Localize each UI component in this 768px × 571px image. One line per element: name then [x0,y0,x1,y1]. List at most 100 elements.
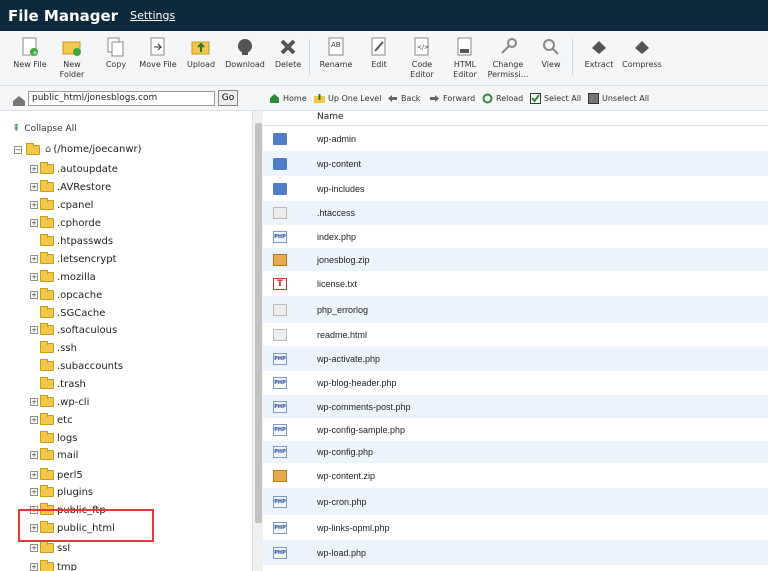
up-one-level-label: Up One Level [328,94,382,103]
new-folder-button[interactable]: New Folder [47,37,97,80]
expand-toggle-icon[interactable]: + [30,563,38,571]
tree-item-wp-cli[interactable]: + .wp-cli [30,395,89,409]
folder-tree: ⇞ Collapse All − ⌂ (/home/joecanwr) + .au… [0,111,252,571]
tree-item-etc[interactable]: + etc [30,413,73,427]
php-file-icon: PHP [273,230,287,243]
expand-toggle-icon[interactable]: + [30,416,38,424]
collapse-all-button[interactable]: ⇞ Collapse All [12,123,77,134]
navigation-bar: Home Up One Level Back Forward Reload Se… [263,86,768,111]
tree-item-perl5[interactable]: + perl5 [30,468,83,482]
expand-toggle-icon[interactable]: + [30,544,38,552]
tree-item-trash[interactable]: .trash [30,377,86,391]
table-row[interactable]: jonesblog.zip [263,248,768,271]
upload-button[interactable]: Upload [176,37,226,70]
upload-label: Upload [186,60,216,69]
table-row[interactable]: PHP wp-load.php [263,540,768,565]
tree-item-ssl[interactable]: + ssl [30,541,70,555]
table-row[interactable]: wp-admin [263,126,768,151]
php-file-icon: PHP [273,377,287,389]
tree-item-letsencrypt[interactable]: + .letsencrypt [30,252,117,266]
tree-item-plugins[interactable]: + plugins [30,485,93,499]
expand-toggle-icon[interactable]: + [30,201,38,209]
delete-icon [278,37,298,57]
tree-scrollbar[interactable] [252,111,263,571]
path-input[interactable]: public_html/jonesblogs.com [28,91,215,106]
reload-button[interactable]: Reload [482,93,523,104]
folder-icon [40,180,54,192]
tree-item-label: .cpanel [57,199,94,211]
table-row[interactable]: PHP wp-config-sample.php [263,418,768,441]
tree-item-subaccounts[interactable]: .subaccounts [30,359,123,373]
expand-toggle-icon[interactable]: + [30,451,38,459]
expand-toggle-icon[interactable]: + [30,398,38,406]
folder-icon [40,198,54,210]
expand-toggle-icon[interactable]: + [30,255,38,263]
tree-item-avrestore[interactable]: + .AVRestore [30,180,111,194]
table-row[interactable]: PHP wp-links-opml.php [263,515,768,540]
table-row[interactable]: PHP wp-comments-post.php [263,395,768,418]
tree-item-mail[interactable]: + mail [30,448,78,462]
compress-button[interactable]: Compress [617,37,667,70]
table-row[interactable]: PHP wp-cron.php [263,488,768,515]
go-button[interactable]: Go [218,90,238,106]
settings-link[interactable]: Settings [130,9,175,22]
tree-item-cpanel[interactable]: + .cpanel [30,198,93,212]
forward-button[interactable]: Forward [429,93,475,104]
table-row[interactable]: .htaccess [263,201,768,225]
table-row[interactable]: PHP wp-config.php [263,441,768,463]
up-one-level-button[interactable]: Up One Level [314,93,381,104]
folder-icon [40,162,54,174]
table-row[interactable]: PHP wp-blog-header.php [263,371,768,395]
tree-item-opcache[interactable]: + .opcache [30,288,102,302]
expand-toggle-icon[interactable]: + [30,488,38,496]
reload-icon [482,93,493,104]
table-row[interactable]: wp-includes [263,176,768,201]
expand-toggle-icon[interactable]: + [30,165,38,173]
table-row[interactable]: wp-content [263,151,768,176]
expand-toggle-icon[interactable]: + [30,471,38,479]
tree-item-label: etc [57,414,73,426]
expand-toggle-icon[interactable]: + [30,273,38,281]
scrollbar-thumb[interactable] [255,123,262,523]
expand-toggle-icon[interactable]: + [30,291,38,299]
table-row[interactable]: PHP index.php [263,225,768,248]
folder-icon [26,142,40,155]
tree-item-label: .ssh [57,342,77,354]
new-folder-label: New Folder [59,60,85,79]
reload-label: Reload [496,94,524,103]
delete-button[interactable]: Delete [263,37,313,70]
table-row[interactable]: php_errorlog [263,296,768,323]
zip-file-icon [273,469,287,482]
tree-item-tmp[interactable]: + tmp [30,560,77,571]
tree-item-label: .subaccounts [57,360,124,372]
select-all-label: Select All [544,94,582,103]
tree-item-softaculous[interactable]: + .softaculous [30,323,117,337]
name-column-header[interactable]: Name [317,112,344,122]
table-row[interactable]: readme.html [263,323,768,346]
php-file-icon: PHP [273,521,287,534]
expand-toggle-icon[interactable]: + [30,326,38,334]
tree-item-logs[interactable]: logs [30,431,77,445]
copy-icon [106,37,126,57]
back-button[interactable]: Back [387,93,420,104]
tree-item-ssh[interactable]: .ssh [30,341,77,355]
collapse-toggle-icon[interactable]: − [14,145,22,154]
view-button[interactable]: View [526,37,576,70]
table-row[interactable]: PHP wp-activate.php [263,346,768,371]
expand-toggle-icon[interactable]: + [30,219,38,227]
tree-item-mozilla[interactable]: + .mozilla [30,270,96,284]
expand-toggle-icon[interactable]: + [30,183,38,191]
tree-item-autoupdate[interactable]: + .autoupdate [30,162,118,176]
unselect-all-button[interactable]: Unselect All [588,93,649,104]
select-all-button[interactable]: Select All [530,93,581,104]
forward-label: Forward [443,94,476,103]
tree-item-sgcache[interactable]: .SGCache [30,306,105,320]
tree-item-htpasswds[interactable]: .htpasswds [30,234,113,248]
home-button[interactable]: Home [269,93,307,104]
table-row[interactable]: Tlicense.txt [263,271,768,296]
tree-root[interactable]: − ⌂ (/home/joecanwr) [14,142,142,155]
forward-arrow-icon [429,93,440,104]
folder-icon [40,377,54,389]
tree-item-cphorde[interactable]: + .cphorde [30,216,101,230]
table-row[interactable]: wp-content.zip [263,463,768,488]
